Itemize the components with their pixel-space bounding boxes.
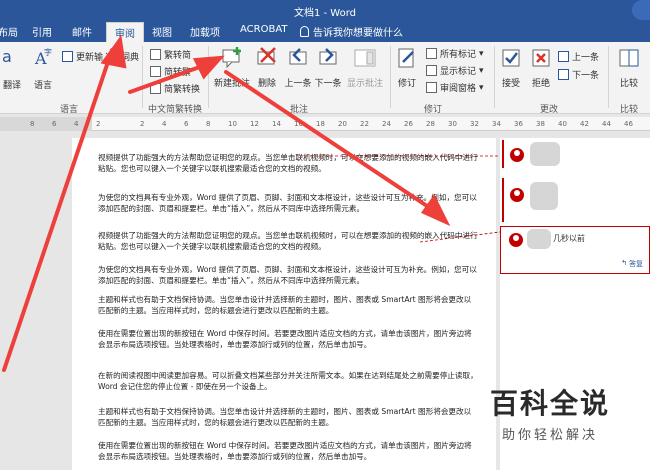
watermark-title: 百科全说 xyxy=(489,387,610,420)
watermark-subtitle: 助你轻松解决 xyxy=(501,428,598,443)
watermark: 百科全说 助你轻松解决 xyxy=(455,382,645,443)
